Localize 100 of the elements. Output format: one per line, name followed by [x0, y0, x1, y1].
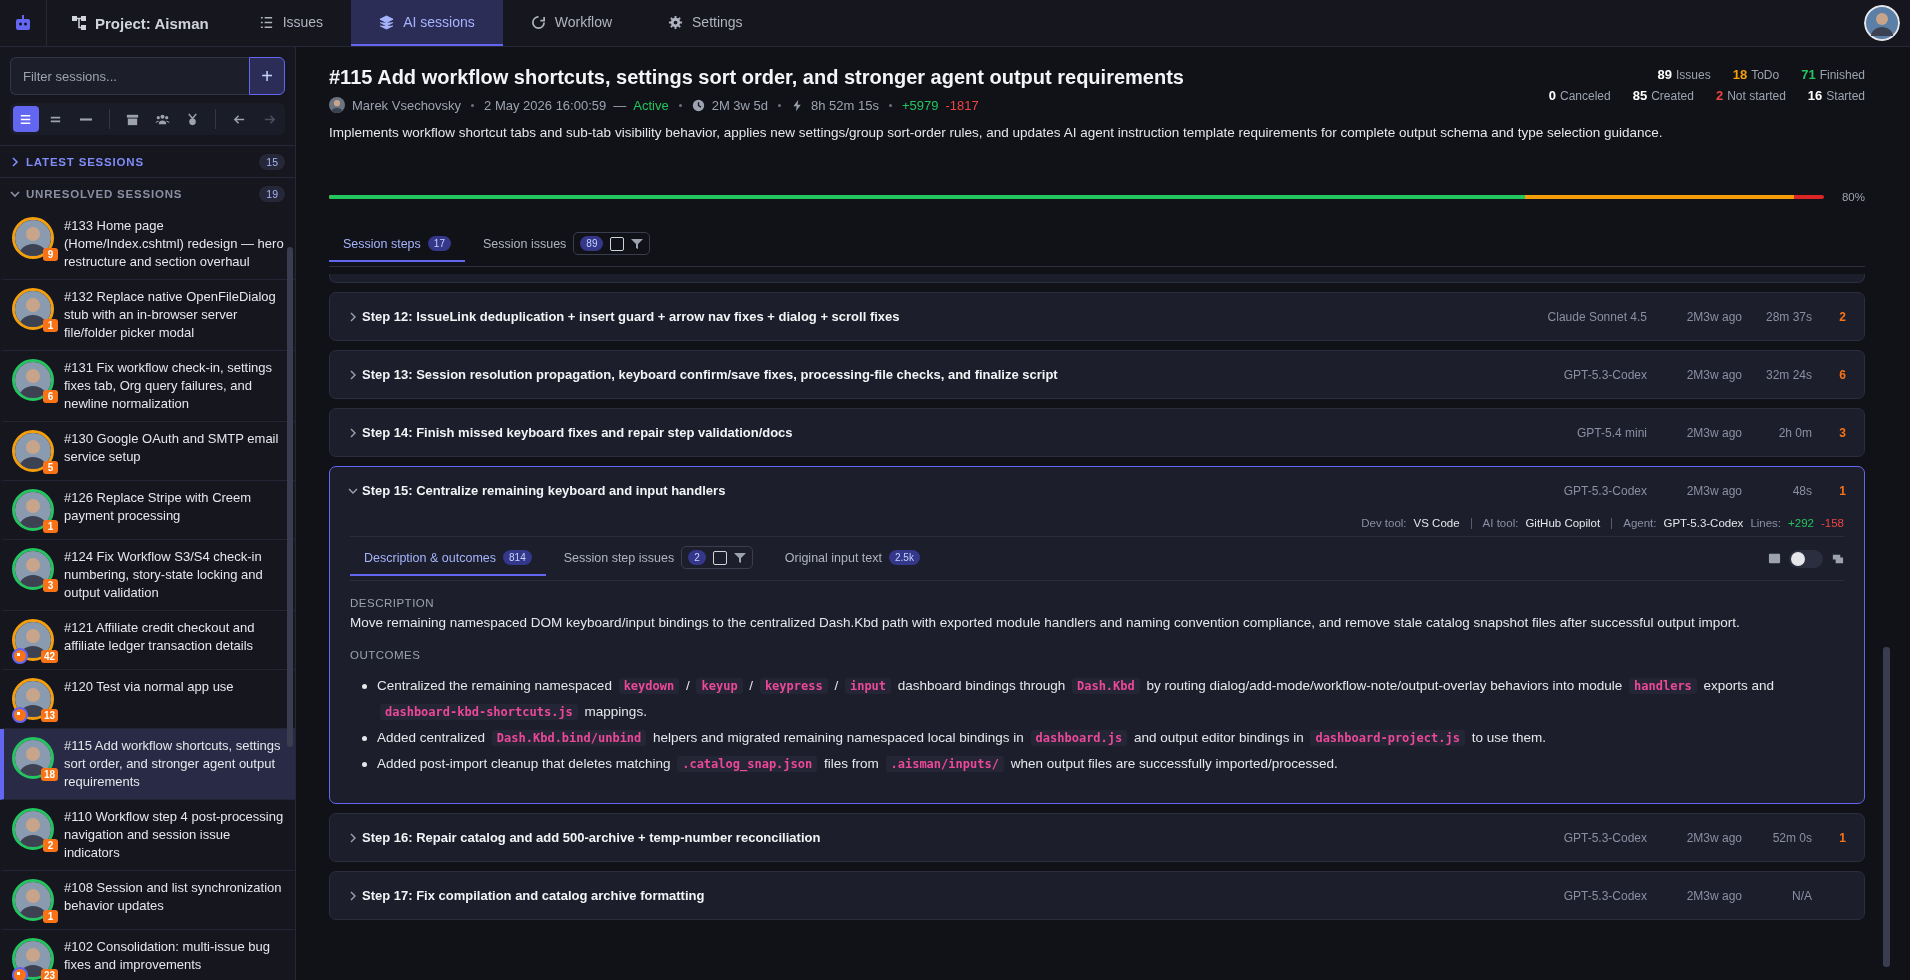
tab[interactable]: Original input text 2.5k	[770, 541, 934, 576]
session-title: #110 Workflow step 4 post-processing navigation and session issue indicators	[64, 808, 285, 862]
step-card[interactable]: Step 12: IssueLink deduplication + insert guard + arrow nav fixes + dialog + scroll fixes Claude Sonnet 4.5 2M3w ago 28m 37s 2	[329, 292, 1865, 341]
group-header[interactable]: LATEST SESSIONS 15	[0, 145, 295, 177]
session-title: #108 Session and list synchronization behavior updates	[64, 879, 283, 915]
step-title: Step 14: Finish missed keyboard fixes and repair step validation/docs	[362, 425, 794, 440]
step-card[interactable]	[329, 466, 1865, 804]
count-badge: 1	[43, 520, 58, 533]
session-status: Active	[633, 97, 669, 113]
chevron-icon	[10, 156, 20, 167]
checkbox[interactable]	[610, 236, 625, 251]
filter-icon[interactable]	[733, 551, 746, 564]
count-badge: 1	[43, 910, 58, 923]
bullet-icon	[362, 762, 367, 767]
group-header[interactable]: UNRESOLVED SESSIONS 19	[0, 177, 295, 209]
stat-number: 2	[1715, 88, 1724, 103]
user-avatar[interactable]	[1864, 5, 1900, 41]
step-card[interactable]: Step 17: Fix compilation and catalog archive formatting GPT-5.3-Codex 2M3w ago N/A	[329, 871, 1865, 920]
scrollbar[interactable]	[287, 247, 293, 747]
session-title: #132 Replace native OpenFileDialog stub with an in-browser server file/folder picker modal	[64, 288, 277, 342]
tab[interactable]: Session issues 89	[468, 223, 665, 266]
count-badge: 13	[40, 709, 58, 722]
count-badge: 6	[43, 390, 58, 403]
step-description: Move remaining namespaced DOM keyboard/input bindings to the centralized Dash.Kbd path with exported module handlers and naming convention compliance, and remove stale catalog snapshot files after successful output import.	[350, 614, 1741, 632]
step-card[interactable]: Step 13: Session resolution propagation, keyboard confirm/save fixes, processing-file checks, and finalize script GPT-5.3-Codex 2M3w ago 32m 24s 6	[329, 350, 1865, 399]
tab[interactable]: Session steps 17	[329, 227, 465, 262]
stat-caption: Issues	[1676, 68, 1711, 82]
step-card[interactable]: Step 16: Repair catalog and add 500-archive + temp-number reconciliation GPT-5.3-Codex 2M3w ago 52m 0s 1	[329, 813, 1865, 862]
step-title: Step 13: Session resolution propagation, keyboard confirm/save fixes, processing-file checks, and finalize script	[362, 367, 1059, 382]
progress-percent: 80%	[1841, 191, 1865, 203]
layers-icon	[379, 14, 395, 30]
issue-count: 1	[1838, 830, 1846, 845]
count-badge: 3	[43, 579, 58, 592]
rows-large-button[interactable]	[13, 106, 39, 132]
section-heading: DESCRIPTION	[350, 597, 436, 609]
lines-removed: -1817	[945, 97, 979, 113]
session-title: #130 Google OAuth and SMTP email service setup	[64, 430, 280, 466]
chevron-icon	[348, 427, 358, 438]
stat-caption: Created	[1651, 89, 1694, 103]
step-model: GPT-5.3-Codex	[1562, 483, 1647, 498]
step-title: Step 17: Fix compilation and catalog archive formatting	[362, 888, 706, 903]
tab[interactable]: Session step issues 2	[549, 537, 767, 580]
stat-caption: Canceled	[1560, 89, 1611, 103]
step-duration: N/A	[1791, 888, 1812, 903]
toggle-switch[interactable]	[1789, 549, 1823, 568]
bullet-icon	[362, 684, 367, 689]
count-badge: 18	[40, 768, 58, 781]
session-item[interactable]: 2 #110 Workflow step 4 post-processing navigation and session issue indicators	[0, 800, 295, 871]
count-badge: 2	[43, 839, 58, 852]
step-duration: 28m 37s	[1764, 309, 1812, 324]
step-duration: 2h 0m	[1777, 425, 1812, 440]
session-title: #115 Add workflow shortcuts, settings sort order, and stronger agent output requirements	[329, 65, 1184, 90]
tab[interactable]: Description & outcomes 814	[350, 541, 546, 576]
stat-number: 18	[1732, 67, 1748, 82]
meta-label: Agent:	[1623, 517, 1657, 529]
checklist-icon	[258, 14, 274, 30]
robot-logo-icon[interactable]	[13, 13, 33, 33]
lines-added: +5979	[901, 97, 939, 113]
stat-caption: Finished	[1819, 68, 1865, 82]
nav-tab[interactable]: AI sessions	[351, 0, 503, 46]
session-item[interactable]: 1 #108 Session and list synchronization behavior updates	[0, 871, 295, 930]
step-card[interactable]: Step 14: Finish missed keyboard fixes and repair step validation/docs GPT-5.4 mini 2M3w ago 2h 0m 3	[329, 408, 1865, 457]
session-description: Implements workflow shortcut tabs and sub-tab visibility behavior, applies new settings/group sort-order rules, and updates AI agent instruction template requirements for complete output schema and type selection guidance.	[329, 124, 1664, 142]
hierarchy-icon	[71, 15, 87, 31]
stat-number: 16	[1807, 88, 1823, 103]
checkbox[interactable]	[712, 550, 727, 565]
filter-box[interactable]: 2	[681, 546, 753, 569]
issue-count: 2	[1838, 309, 1846, 324]
step-model: GPT-5.4 mini	[1575, 425, 1647, 440]
issue-count: 6	[1838, 367, 1846, 382]
filter-icon[interactable]	[631, 237, 644, 250]
project-title[interactable]: Project: Aisman	[47, 0, 231, 46]
scrollbar[interactable]	[1883, 647, 1890, 967]
author-avatar	[329, 97, 345, 113]
step-title: Step 16: Repair catalog and add 500-archive + temp-number reconciliation	[362, 830, 822, 845]
nav-tab[interactable]: Settings	[640, 0, 771, 46]
nav-tab[interactable]: Workflow	[502, 0, 641, 46]
meta-value: VS Code	[1413, 517, 1460, 529]
session-title: #133 Home page (Home/Index.cshtml) redesign — hero restructure and section overhaul	[64, 217, 285, 271]
step-age: 2M3w ago	[1685, 425, 1742, 440]
lines-added: +292	[1788, 517, 1814, 529]
session-title: #124 Fix Workflow S3/S4 check-in numbering, story-state locking and output validation	[64, 548, 264, 602]
nav-tab[interactable]: Issues	[230, 0, 352, 46]
session-item[interactable]: 18 #115 Add workflow shortcuts, settings sort order, and stronger agent output requirements	[0, 729, 295, 800]
chevron-icon	[348, 311, 358, 322]
session-item[interactable]: 23 #102 Consolidation: multi-issue bug fixes and improvements	[0, 930, 295, 980]
filter-field[interactable]: Filter sessions...	[10, 57, 249, 95]
step-age: 2M3w ago	[1685, 483, 1742, 498]
filter-box[interactable]: 89	[573, 232, 651, 255]
add-button[interactable]: +	[249, 57, 285, 95]
meta-value: GitHub Copilot	[1525, 517, 1601, 529]
session-title: #121 Affiliate credit checkout and affiliate ledger transaction details	[64, 619, 256, 655]
chevron-icon	[348, 369, 358, 380]
step-duration: 52m 0s	[1771, 830, 1812, 845]
stat-caption: Started	[1826, 89, 1865, 103]
step-age: 2M3w ago	[1685, 367, 1742, 382]
stat-number: 85	[1632, 88, 1648, 103]
step-title: Step 15: Centralize remaining keyboard and input handlers	[362, 483, 727, 498]
outcome-item: Added centralized Dash.Kbd.bind/unbind helpers and migrated remaining namespaced local bindings in dashboard.js and output editor bindings in dashboard-project.js to use them.	[377, 729, 1546, 748]
step-duration: 32m 24s	[1764, 367, 1812, 382]
